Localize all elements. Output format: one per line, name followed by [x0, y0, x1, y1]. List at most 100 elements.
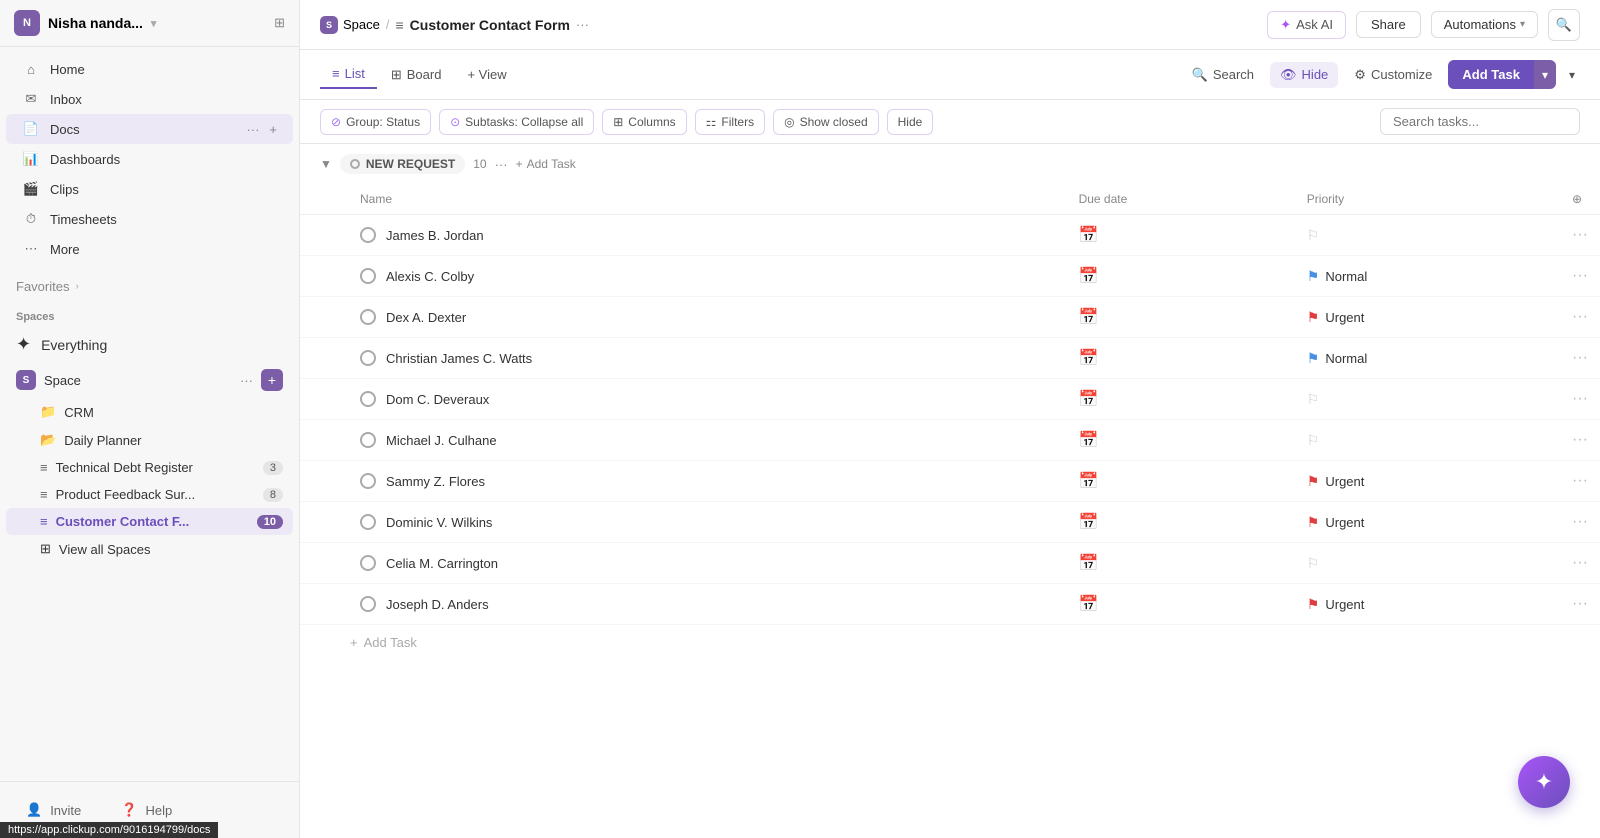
- col-add[interactable]: ⊕: [1560, 184, 1600, 215]
- task-due-date[interactable]: 📅: [1067, 297, 1295, 338]
- sidebar-item-inbox[interactable]: ✉ Inbox: [6, 84, 293, 114]
- tab-board[interactable]: ⊞ Board: [379, 61, 454, 89]
- sidebar-item-customer-contact[interactable]: ≡ Customer Contact F... 10: [6, 508, 293, 535]
- task-priority[interactable]: ⚐: [1295, 379, 1560, 420]
- ask-ai-button[interactable]: ✦ Ask AI: [1267, 11, 1346, 39]
- hide-filter[interactable]: Hide: [887, 109, 934, 135]
- row-more-icon[interactable]: ···: [1572, 554, 1588, 571]
- task-due-date[interactable]: 📅: [1067, 379, 1295, 420]
- sidebar-item-more[interactable]: ⋯ More: [6, 234, 293, 264]
- table-row[interactable]: Dominic V. Wilkins 📅 ⚑Urgent ···: [300, 502, 1600, 543]
- help-button[interactable]: ❓ Help: [111, 796, 182, 824]
- task-priority[interactable]: ⚐: [1295, 215, 1560, 256]
- invite-button[interactable]: 👤 Invite: [16, 796, 91, 824]
- row-more-icon[interactable]: ···: [1572, 513, 1588, 530]
- table-row[interactable]: Dom C. Deveraux 📅 ⚐ ···: [300, 379, 1600, 420]
- row-more-icon[interactable]: ···: [1572, 595, 1588, 612]
- task-row-more[interactable]: ···: [1560, 461, 1600, 502]
- space-add-button[interactable]: +: [261, 369, 283, 391]
- task-due-date[interactable]: 📅: [1067, 215, 1295, 256]
- space-item[interactable]: S Space ··· +: [6, 362, 293, 398]
- hide-button[interactable]: 👁 Hide: [1270, 62, 1338, 88]
- sidebar-item-timesheets[interactable]: ⏱ Timesheets: [6, 204, 293, 234]
- table-row[interactable]: James B. Jordan 📅 ⚐ ···: [300, 215, 1600, 256]
- search-button[interactable]: 🔍 Search: [1182, 62, 1264, 88]
- docs-add-icon[interactable]: +: [269, 122, 277, 137]
- filters-button[interactable]: ⚏ Filters: [695, 109, 765, 135]
- task-due-date[interactable]: 📅: [1067, 256, 1295, 297]
- task-due-date[interactable]: 📅: [1067, 543, 1295, 584]
- search-top-button[interactable]: 🔍: [1548, 9, 1580, 41]
- everything-item[interactable]: ✦ Everything: [6, 327, 293, 362]
- row-more-icon[interactable]: ···: [1572, 472, 1588, 489]
- group-more-icon[interactable]: ···: [495, 157, 508, 172]
- sidebar-item-technical-debt[interactable]: ≡ Technical Debt Register 3: [6, 454, 293, 481]
- task-due-date[interactable]: 📅: [1067, 502, 1295, 543]
- customize-button[interactable]: ⚙ Customize: [1344, 62, 1442, 88]
- toolbar-more-button[interactable]: ▾: [1564, 61, 1580, 89]
- add-task-button[interactable]: Add Task: [1448, 60, 1534, 89]
- sidebar-item-crm[interactable]: 📁 CRM: [6, 398, 293, 426]
- task-priority[interactable]: ⚑Urgent: [1295, 584, 1560, 625]
- table-row[interactable]: Alexis C. Colby 📅 ⚑Normal ···: [300, 256, 1600, 297]
- row-more-icon[interactable]: ···: [1572, 308, 1588, 325]
- add-task-caret[interactable]: ▾: [1534, 60, 1556, 89]
- task-row-more[interactable]: ···: [1560, 502, 1600, 543]
- add-column-icon[interactable]: ⊕: [1572, 192, 1582, 206]
- table-row[interactable]: Dex A. Dexter 📅 ⚑Urgent ···: [300, 297, 1600, 338]
- page-more-icon[interactable]: ···: [576, 17, 589, 32]
- sidebar-item-home[interactable]: ⌂ Home: [6, 55, 293, 84]
- sidebar-item-product-feedback[interactable]: ≡ Product Feedback Sur... 8: [6, 481, 293, 508]
- task-due-date[interactable]: 📅: [1067, 420, 1295, 461]
- sidebar-item-dashboards[interactable]: 📊 Dashboards: [6, 144, 293, 174]
- row-more-icon[interactable]: ···: [1572, 390, 1588, 407]
- task-due-date[interactable]: 📅: [1067, 584, 1295, 625]
- task-priority[interactable]: ⚑Urgent: [1295, 461, 1560, 502]
- task-row-more[interactable]: ···: [1560, 256, 1600, 297]
- group-toggle-icon[interactable]: ▼: [320, 157, 332, 171]
- task-row-more[interactable]: ···: [1560, 338, 1600, 379]
- task-row-more[interactable]: ···: [1560, 584, 1600, 625]
- task-priority[interactable]: ⚐: [1295, 543, 1560, 584]
- table-row[interactable]: Joseph D. Anders 📅 ⚑Urgent ···: [300, 584, 1600, 625]
- tab-view[interactable]: + View: [455, 61, 518, 88]
- automations-button[interactable]: Automations ▾: [1431, 11, 1538, 38]
- space-more-icon[interactable]: ···: [240, 373, 253, 388]
- task-due-date[interactable]: 📅: [1067, 338, 1295, 379]
- show-closed-button[interactable]: ◎ Show closed: [773, 109, 879, 135]
- task-priority[interactable]: ⚑Urgent: [1295, 502, 1560, 543]
- row-more-icon[interactable]: ···: [1572, 431, 1588, 448]
- task-row-more[interactable]: ···: [1560, 420, 1600, 461]
- table-row[interactable]: Christian James C. Watts 📅 ⚑Normal ···: [300, 338, 1600, 379]
- group-add-task[interactable]: + Add Task: [516, 157, 576, 171]
- fab-button[interactable]: ✦: [1518, 756, 1570, 808]
- task-priority[interactable]: ⚑Urgent: [1295, 297, 1560, 338]
- sidebar-item-daily-planner[interactable]: 📂 Daily Planner: [6, 426, 293, 454]
- table-row[interactable]: Celia M. Carrington 📅 ⚐ ···: [300, 543, 1600, 584]
- subtasks-filter[interactable]: ⊙ Subtasks: Collapse all: [439, 109, 594, 135]
- add-task-bottom[interactable]: + Add Task: [300, 625, 1600, 660]
- sidebar-item-docs[interactable]: 📄 Docs ··· +: [6, 114, 293, 144]
- layout-icon[interactable]: ⊞: [274, 15, 285, 31]
- view-all-spaces[interactable]: ⊞ View all Spaces: [6, 535, 293, 563]
- row-more-icon[interactable]: ···: [1572, 267, 1588, 284]
- group-header[interactable]: ▼ NEW REQUEST 10 ··· + Add Task: [300, 144, 1600, 184]
- row-more-icon[interactable]: ···: [1572, 226, 1588, 243]
- task-due-date[interactable]: 📅: [1067, 461, 1295, 502]
- task-row-more[interactable]: ···: [1560, 543, 1600, 584]
- sidebar-item-clips[interactable]: 🎬 Clips: [6, 174, 293, 204]
- task-row-more[interactable]: ···: [1560, 297, 1600, 338]
- task-priority[interactable]: ⚐: [1295, 420, 1560, 461]
- table-row[interactable]: Sammy Z. Flores 📅 ⚑Urgent ···: [300, 461, 1600, 502]
- search-tasks-input[interactable]: [1380, 108, 1580, 135]
- breadcrumb-space[interactable]: S Space: [320, 16, 380, 34]
- share-button[interactable]: Share: [1356, 11, 1421, 38]
- favorites-section[interactable]: Favorites ›: [0, 272, 299, 301]
- task-priority[interactable]: ⚑Normal: [1295, 338, 1560, 379]
- task-priority[interactable]: ⚑Normal: [1295, 256, 1560, 297]
- sidebar-user[interactable]: N Nisha nanda... ▾: [14, 10, 156, 36]
- task-row-more[interactable]: ···: [1560, 379, 1600, 420]
- group-status-filter[interactable]: ⊘ Group: Status: [320, 109, 431, 135]
- table-row[interactable]: Michael J. Culhane 📅 ⚐ ···: [300, 420, 1600, 461]
- row-more-icon[interactable]: ···: [1572, 349, 1588, 366]
